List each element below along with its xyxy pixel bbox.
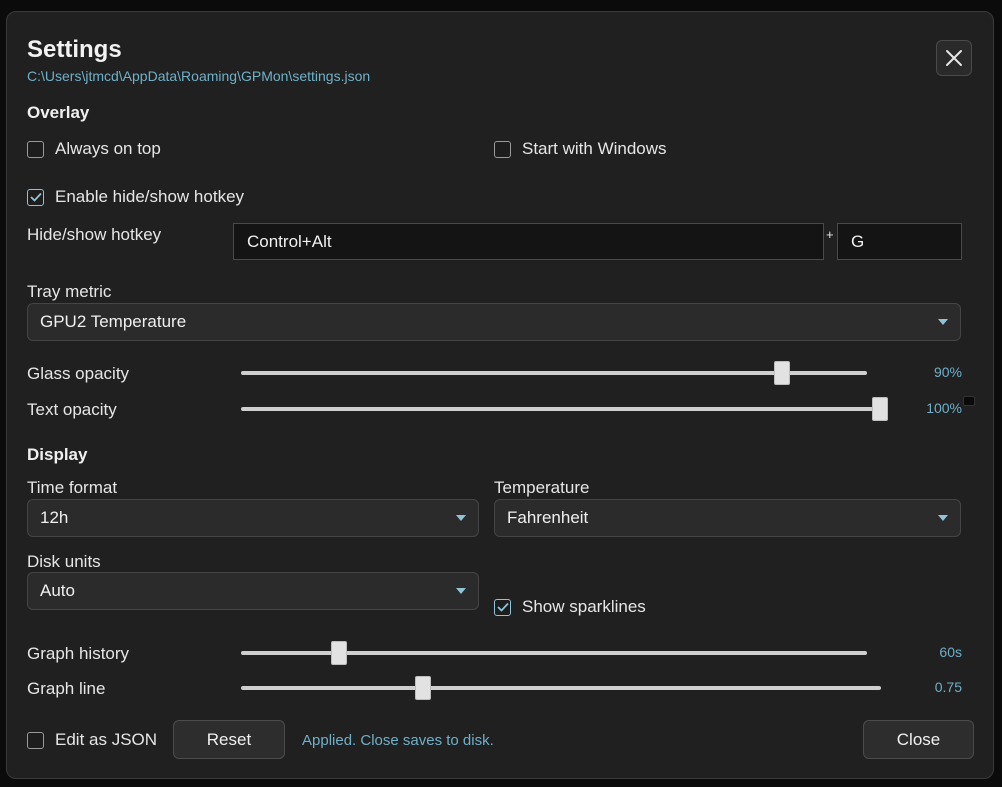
hotkey-plus-sign: + [826, 227, 834, 242]
chevron-down-icon [938, 319, 948, 325]
close-window-button[interactable] [936, 40, 972, 76]
graph-history-label: Graph history [27, 644, 130, 663]
temperature-select[interactable]: Fahrenheit [494, 499, 961, 537]
text-opacity-label: Text opacity [27, 400, 117, 419]
enable-hotkey-label: Enable hide/show hotkey [55, 187, 245, 206]
reset-button[interactable]: Reset [173, 720, 285, 759]
settings-file-path: C:\Users\jtmcd\AppData\Roaming\GPMon\set… [27, 68, 371, 84]
text-opacity-value: 100% [926, 400, 962, 416]
checkbox-box[interactable] [27, 731, 44, 749]
chevron-down-icon [456, 588, 466, 594]
time-format-value: 12h [40, 508, 69, 527]
time-format-label: Time format [27, 478, 118, 497]
disk-units-value: Auto [40, 581, 75, 600]
edit-as-json-checkbox[interactable]: Edit as JSON [27, 730, 157, 750]
checkmark-icon [29, 192, 42, 202]
settings-window: Settings C:\Users\jtmcd\AppData\Roaming\… [6, 11, 994, 779]
page-title: Settings [27, 36, 122, 63]
start-with-windows-checkbox[interactable]: Start with Windows [494, 139, 667, 159]
overlay-section-title: Overlay [27, 103, 90, 122]
glass-opacity-slider-thumb[interactable] [774, 361, 790, 385]
checkbox-box[interactable] [494, 598, 511, 616]
start-with-windows-label: Start with Windows [522, 139, 667, 158]
edit-as-json-label: Edit as JSON [55, 730, 158, 749]
always-on-top-checkbox[interactable]: Always on top [27, 139, 161, 159]
graph-history-value: 60s [939, 644, 962, 660]
hotkey-modifiers-input[interactable]: Control+Alt [233, 223, 824, 260]
tray-metric-select[interactable]: GPU2 Temperature [27, 303, 961, 341]
text-opacity-slider-track[interactable] [241, 407, 881, 411]
graph-line-slider-thumb[interactable] [415, 676, 431, 700]
display-section-title: Display [27, 445, 88, 464]
checkbox-box[interactable] [27, 140, 44, 158]
disk-units-label: Disk units [27, 552, 101, 571]
glass-opacity-value: 90% [933, 364, 962, 380]
graph-line-label: Graph line [27, 679, 106, 698]
text-opacity-slider-thumb[interactable] [872, 397, 888, 421]
glass-opacity-label: Glass opacity [27, 364, 130, 383]
time-format-select[interactable]: 12h [27, 499, 479, 537]
resize-grip-icon [963, 396, 975, 406]
chevron-down-icon [456, 515, 466, 521]
status-message: Applied. Close saves to disk. [302, 732, 494, 749]
close-icon [946, 50, 962, 66]
graph-line-slider-track[interactable] [241, 686, 881, 690]
hotkey-label: Hide/show hotkey [27, 225, 162, 244]
tray-metric-label: Tray metric [27, 282, 112, 301]
enable-hotkey-checkbox[interactable]: Enable hide/show hotkey [27, 187, 244, 207]
tray-metric-value: GPU2 Temperature [40, 312, 187, 331]
chevron-down-icon [938, 515, 948, 521]
always-on-top-label: Always on top [55, 139, 161, 158]
temperature-value: Fahrenheit [507, 508, 589, 527]
disk-units-select[interactable]: Auto [27, 572, 479, 610]
graph-line-value: 0.75 [934, 679, 962, 695]
checkbox-box[interactable] [27, 188, 44, 206]
checkbox-box[interactable] [494, 140, 511, 158]
graph-history-slider-thumb[interactable] [331, 641, 347, 665]
close-button[interactable]: Close [863, 720, 974, 759]
show-sparklines-label: Show sparklines [522, 597, 646, 616]
show-sparklines-checkbox[interactable]: Show sparklines [494, 597, 646, 617]
temperature-label: Temperature [494, 478, 590, 497]
checkmark-icon [496, 602, 509, 612]
hotkey-key-input[interactable]: G [837, 223, 962, 260]
